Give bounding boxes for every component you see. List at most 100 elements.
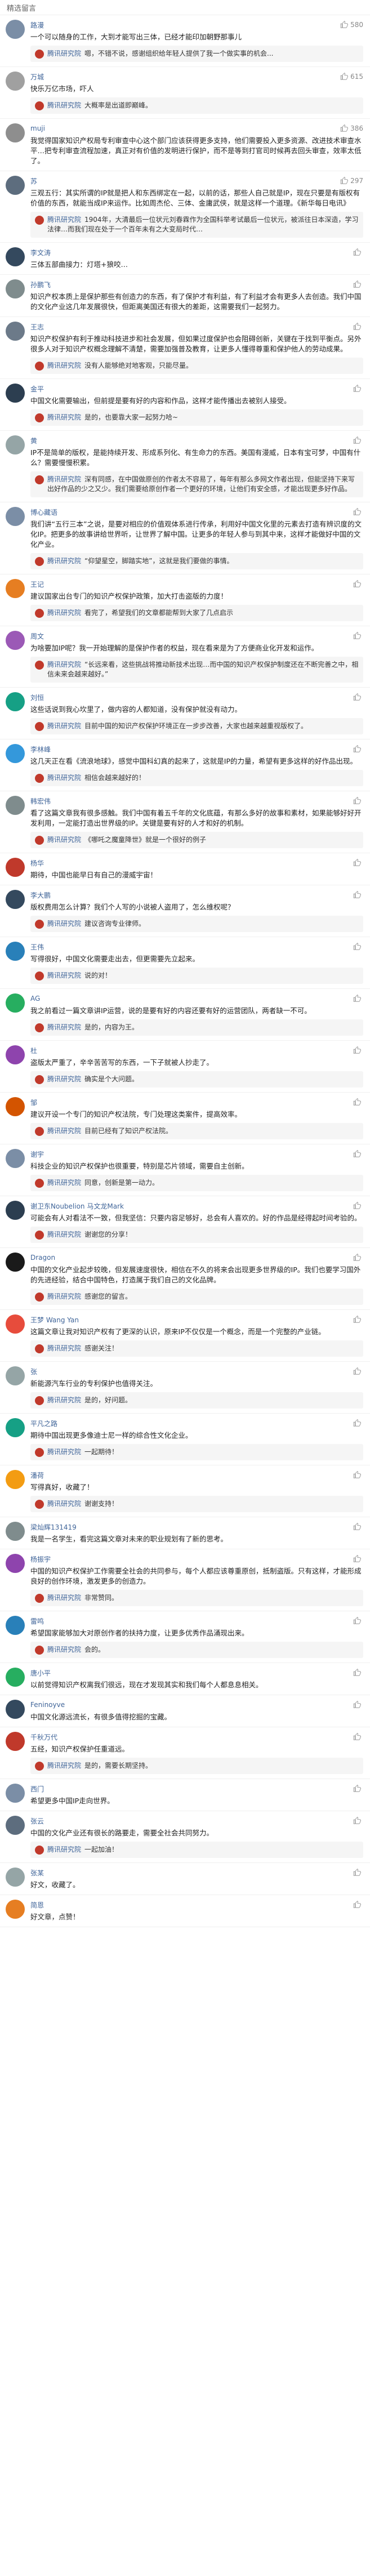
username[interactable]: 王梦 Wang Yan	[30, 1315, 79, 1325]
username[interactable]: 平凡之路	[30, 1419, 57, 1428]
reply-author[interactable]: 腾讯研究院	[47, 216, 81, 224]
reply-author[interactable]: 腾讯研究院	[47, 722, 81, 730]
like-button[interactable]	[353, 508, 363, 516]
avatar[interactable]	[6, 1522, 25, 1541]
like-button[interactable]	[353, 693, 363, 701]
avatar[interactable]	[6, 1732, 25, 1751]
like-button[interactable]	[353, 1669, 363, 1677]
avatar[interactable]	[6, 890, 25, 909]
avatar[interactable]	[6, 631, 25, 650]
username[interactable]: 万城	[30, 72, 44, 82]
avatar[interactable]	[6, 20, 25, 39]
avatar[interactable]	[6, 993, 25, 1013]
username[interactable]: 杨华	[30, 858, 44, 868]
username[interactable]: 张某	[30, 1868, 44, 1878]
avatar[interactable]	[6, 1554, 25, 1573]
like-button[interactable]: 386	[340, 124, 363, 132]
username[interactable]: 王伟	[30, 942, 44, 952]
avatar[interactable]	[6, 247, 25, 266]
like-button[interactable]	[353, 1316, 363, 1323]
avatar[interactable]	[6, 123, 25, 142]
like-button[interactable]	[353, 1733, 363, 1741]
like-button[interactable]	[353, 1617, 363, 1625]
username[interactable]: 张云	[30, 1816, 44, 1826]
username[interactable]: 邹	[30, 1098, 37, 1107]
avatar[interactable]	[6, 579, 25, 598]
like-button[interactable]	[353, 1419, 363, 1427]
avatar[interactable]	[6, 1784, 25, 1803]
username[interactable]: 千秋万代	[30, 1732, 57, 1742]
avatar[interactable]	[6, 1668, 25, 1687]
like-button[interactable]	[353, 1523, 363, 1531]
username[interactable]: 孙鹏飞	[30, 280, 51, 289]
username[interactable]: 刘恒	[30, 693, 44, 702]
avatar[interactable]	[6, 1816, 25, 1835]
avatar[interactable]	[6, 1418, 25, 1437]
reply-author[interactable]: 腾讯研究院	[47, 1594, 81, 1602]
username[interactable]: 黄	[30, 436, 37, 445]
avatar[interactable]	[6, 435, 25, 454]
username[interactable]: 唐小平	[30, 1668, 51, 1678]
username[interactable]: Feninoyve	[30, 1701, 65, 1709]
username[interactable]: 西门	[30, 1784, 44, 1794]
avatar[interactable]	[6, 322, 25, 341]
username[interactable]: 金平	[30, 384, 44, 394]
username[interactable]: 雷鸣	[30, 1616, 44, 1626]
username[interactable]: 杜	[30, 1046, 37, 1055]
reply-author[interactable]: 腾讯研究院	[47, 1075, 81, 1083]
avatar[interactable]	[6, 858, 25, 877]
like-button[interactable]	[353, 436, 363, 444]
like-button[interactable]	[353, 891, 363, 899]
like-button[interactable]	[353, 385, 363, 393]
reply-author[interactable]: 腾讯研究院	[47, 1500, 81, 1508]
avatar[interactable]	[6, 1253, 25, 1272]
reply-author[interactable]: 腾讯研究院	[47, 362, 81, 369]
username[interactable]: 谢卫东Noubelion 马文龙Mark	[30, 1201, 124, 1211]
reply-author[interactable]: 腾讯研究院	[47, 1293, 81, 1300]
like-button[interactable]	[353, 1869, 363, 1877]
like-button[interactable]	[353, 323, 363, 331]
like-button[interactable]	[353, 1367, 363, 1375]
like-button[interactable]	[353, 580, 363, 588]
username[interactable]: 王记	[30, 580, 44, 589]
like-button[interactable]	[353, 859, 363, 867]
avatar[interactable]	[6, 1616, 25, 1635]
reply-author[interactable]: 腾讯研究院	[47, 1448, 81, 1456]
username[interactable]: 简恩	[30, 1900, 44, 1910]
avatar[interactable]	[6, 942, 25, 961]
username[interactable]: 李林峰	[30, 745, 51, 754]
reply-author[interactable]: 腾讯研究院	[47, 774, 81, 782]
avatar[interactable]	[6, 1900, 25, 1919]
avatar[interactable]	[6, 796, 25, 815]
reply-author[interactable]: 腾讯研究院	[47, 50, 81, 57]
reply-author[interactable]: 腾讯研究院	[47, 1127, 81, 1135]
reply-author[interactable]: 腾讯研究院	[47, 1344, 81, 1352]
reply-author[interactable]: 腾讯研究院	[47, 836, 81, 844]
like-button[interactable]	[353, 1901, 363, 1909]
username[interactable]: 韩宏伟	[30, 796, 51, 806]
username[interactable]: 张	[30, 1367, 37, 1376]
reply-author[interactable]: 腾讯研究院	[47, 1846, 81, 1853]
like-button[interactable]	[353, 1555, 363, 1563]
username[interactable]: 博心藏语	[30, 507, 57, 517]
username[interactable]: 李大鹏	[30, 890, 51, 900]
like-button[interactable]	[353, 280, 363, 288]
username[interactable]: 潘荷	[30, 1470, 44, 1480]
username[interactable]: 路漫	[30, 20, 44, 30]
username[interactable]: Dragon	[30, 1254, 55, 1262]
reply-author[interactable]: 腾讯研究院	[47, 413, 81, 421]
reply-author[interactable]: 腾讯研究院	[47, 1179, 81, 1187]
username[interactable]: 梁灿辉131419	[30, 1522, 77, 1532]
like-button[interactable]	[353, 248, 363, 256]
like-button[interactable]	[353, 745, 363, 753]
like-button[interactable]	[353, 632, 363, 640]
reply-author[interactable]: 腾讯研究院	[47, 1762, 81, 1770]
avatar[interactable]	[6, 1700, 25, 1719]
avatar[interactable]	[6, 1868, 25, 1887]
like-button[interactable]	[353, 943, 363, 951]
username[interactable]: 谢宇	[30, 1149, 44, 1159]
avatar[interactable]	[6, 1097, 25, 1116]
reply-author[interactable]: 腾讯研究院	[47, 920, 81, 928]
reply-author[interactable]: 腾讯研究院	[47, 1646, 81, 1654]
avatar[interactable]	[6, 1366, 25, 1385]
